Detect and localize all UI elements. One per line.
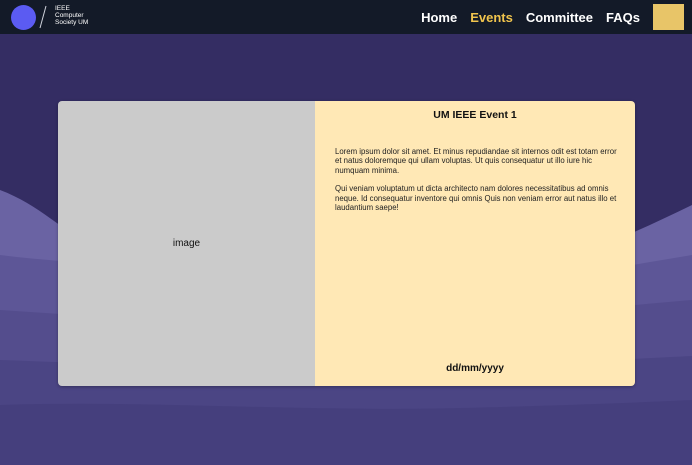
event-card[interactable]: image UM IEEE Event 1 Lorem ipsum dolor … [58, 101, 635, 386]
nav-committee[interactable]: Committee [526, 10, 593, 25]
event-title: UM IEEE Event 1 [433, 109, 517, 121]
main-nav: Home Events Committee FAQs [421, 0, 640, 34]
event-description: Lorem ipsum dolor sit amet. Et minus rep… [335, 147, 620, 221]
brand-name: IEEE Computer Society UM [55, 5, 88, 26]
image-placeholder-label: image [172, 238, 201, 249]
event-date: dd/mm/yyyy [446, 363, 504, 374]
logo-circle[interactable] [11, 5, 36, 30]
nav-home[interactable]: Home [421, 10, 457, 25]
brand-line: Society UM [55, 19, 89, 26]
nav-faqs[interactable]: FAQs [606, 10, 640, 25]
event-image-placeholder: image [58, 101, 315, 386]
brand-line: IEEE [55, 5, 70, 12]
brand-line: Computer [55, 12, 84, 19]
navbar: IEEE Computer Society UM Home Events Com… [0, 0, 692, 34]
logo-divider-icon [39, 5, 47, 29]
event-details: UM IEEE Event 1 Lorem ipsum dolor sit am… [315, 101, 635, 386]
nav-events[interactable]: Events [470, 10, 513, 25]
event-description-paragraph: Lorem ipsum dolor sit amet. Et minus rep… [335, 147, 617, 175]
nav-action-box[interactable] [653, 4, 684, 30]
event-description-paragraph: Qui veniam voluptatum ut dicta architect… [335, 184, 617, 213]
